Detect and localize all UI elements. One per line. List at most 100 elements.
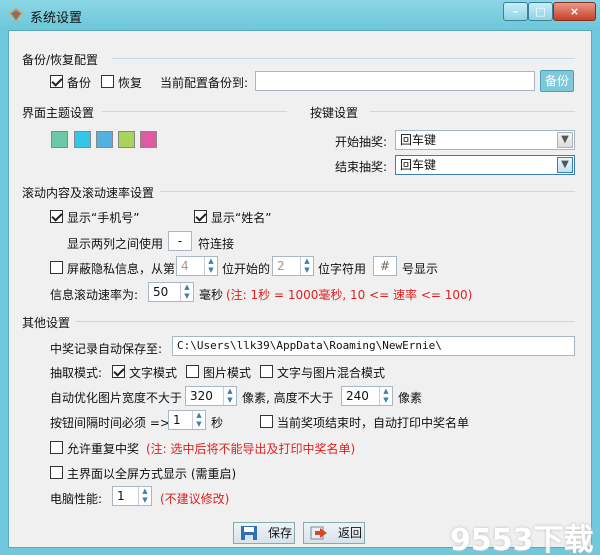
image-width-value: 320	[190, 389, 213, 403]
mask-from-spinner[interactable]: 4 ▲ ▼	[176, 256, 218, 276]
backup-button[interactable]: 备份	[540, 70, 574, 92]
maximize-button[interactable]: □	[528, 2, 553, 21]
join-label: 显示两列之间使用	[67, 237, 164, 251]
theme-swatch-pink[interactable]	[140, 131, 157, 148]
show-phone-label: 显示“手机号”	[67, 211, 140, 225]
restore-checkbox-label: 恢复	[118, 76, 143, 90]
image-mode-checkbox[interactable]	[186, 365, 199, 378]
mixed-mode-label: 文字与图片混合模式	[277, 366, 386, 380]
show-phone-checkbox[interactable]	[50, 210, 63, 223]
speed-unit: 毫秒	[199, 288, 224, 302]
back-arrow-icon	[310, 526, 327, 540]
speed-value: 50	[153, 285, 169, 299]
text-mode-label: 文字模式	[129, 366, 178, 380]
mask-suffix-label: 号显示	[402, 262, 439, 276]
spinner-arrows-icon[interactable]: ▲ ▼	[192, 411, 205, 429]
theme-swatch-green[interactable]	[51, 131, 68, 148]
mask-privacy-checkbox[interactable]	[50, 261, 63, 274]
backup-checkbox-label: 备份	[67, 76, 92, 90]
mask-count-spinner[interactable]: 2 ▲ ▼	[272, 256, 314, 276]
show-name-checkbox[interactable]	[194, 210, 207, 223]
join-suffix-label: 符连接	[198, 237, 235, 251]
theme-swatch-lime[interactable]	[118, 131, 135, 148]
theme-section-title: 界面主题设置	[22, 106, 95, 120]
fullscreen-checkbox[interactable]	[50, 466, 63, 479]
spinner-arrows-icon[interactable]: ▲ ▼	[223, 387, 236, 405]
performance-note: (不建议修改)	[160, 492, 230, 506]
start-key-label: 开始抽奖:	[335, 135, 388, 149]
divider	[76, 321, 575, 322]
mixed-mode-checkbox[interactable]	[260, 365, 273, 378]
image-mode-label: 图片模式	[203, 366, 252, 380]
interval-value: 1	[173, 413, 181, 427]
image-height-value: 240	[346, 389, 369, 403]
minimize-icon: –	[512, 5, 519, 18]
allow-repeat-label: 允许重复中奖	[67, 442, 140, 456]
watermark-logo: 9553下载	[450, 523, 594, 555]
theme-swatch-cyan[interactable]	[74, 131, 91, 148]
interval-spinner[interactable]: 1 ▲ ▼	[168, 410, 206, 430]
image-size-label: 自动优化图片宽度不大于	[50, 391, 183, 405]
minimize-button[interactable]: –	[503, 2, 528, 21]
image-height-unit: 像素	[398, 391, 423, 405]
allow-repeat-checkbox[interactable]	[50, 441, 63, 454]
speed-label: 信息滚动速率为:	[50, 288, 139, 302]
maximize-icon: □	[535, 5, 546, 18]
spinner-arrows-icon[interactable]: ▲ ▼	[204, 257, 217, 275]
mask-count-value: 2	[277, 259, 285, 273]
mask-char-input[interactable]: #	[373, 256, 397, 276]
mask-privacy-label: 屏蔽隐私信息，从第	[67, 262, 176, 276]
close-icon: ×	[569, 5, 580, 18]
divider	[102, 111, 287, 112]
interval-label: 按钮间隔时间必须 =>	[50, 416, 170, 430]
image-width-spinner[interactable]: 320 ▲ ▼	[185, 386, 237, 406]
speed-note: (注: 1秒 = 1000毫秒, 10 <= 速率 <= 100)	[226, 288, 473, 302]
autoprint-checkbox[interactable]	[260, 415, 273, 428]
divider	[370, 111, 575, 112]
back-button-label: 返回	[338, 526, 363, 540]
start-key-select[interactable]: 回车键 ▼	[395, 130, 575, 150]
close-button[interactable]: ×	[553, 2, 596, 21]
interval-unit: 秒	[211, 416, 224, 430]
autosave-path-input[interactable]: C:\Users\llk39\AppData\Roaming\NewErnie\	[172, 336, 575, 356]
save-button[interactable]: 保存	[233, 522, 295, 544]
end-key-label: 结束抽奖:	[335, 160, 388, 174]
spinner-arrows-icon[interactable]: ▲ ▼	[300, 257, 313, 275]
autoprint-label: 当前奖项结束时，自动打印中奖名单	[277, 416, 470, 430]
chevron-down-icon: ▼	[557, 157, 573, 173]
image-height-spinner[interactable]: 240 ▲ ▼	[341, 386, 393, 406]
title-bar[interactable]: 系统设置 – □ ×	[0, 0, 600, 30]
spinner-arrows-icon[interactable]: ▲ ▼	[379, 387, 392, 405]
restore-checkbox[interactable]	[101, 75, 114, 88]
performance-value: 1	[117, 489, 125, 503]
performance-spinner[interactable]: 1 ▲ ▼	[112, 486, 152, 506]
theme-swatch-blue[interactable]	[96, 131, 113, 148]
backup-path-input[interactable]	[255, 71, 535, 91]
end-key-value: 回车键	[400, 158, 437, 172]
autosave-label: 中奖记录自动保存至:	[50, 342, 163, 356]
end-key-select[interactable]: 回车键 ▼	[395, 155, 575, 175]
app-logo-icon	[9, 8, 23, 22]
show-name-label: 显示“姓名”	[211, 211, 272, 225]
spinner-arrows-icon[interactable]: ▲ ▼	[138, 487, 151, 505]
start-key-value: 回车键	[400, 133, 437, 147]
mask-from-value: 4	[181, 259, 189, 273]
other-section-title: 其他设置	[22, 316, 71, 330]
text-mode-checkbox[interactable]	[112, 365, 125, 378]
performance-label: 电脑性能:	[50, 492, 103, 506]
draw-mode-label: 抽取模式:	[50, 366, 103, 380]
mask-mid2-label: 位字符用	[318, 262, 367, 276]
join-char-input[interactable]: -	[168, 231, 192, 251]
mask-mid-label: 位开始的	[222, 262, 271, 276]
backup-path-label: 当前配置备份到:	[160, 76, 249, 90]
back-button[interactable]: 返回	[303, 522, 365, 544]
spinner-arrows-icon[interactable]: ▲ ▼	[180, 283, 193, 301]
keys-section-title: 按键设置	[310, 106, 359, 120]
image-height-label: 像素, 高度不大于	[242, 391, 334, 405]
fullscreen-label: 主界面以全屏方式显示 (需重启)	[67, 467, 237, 481]
backup-checkbox[interactable]	[50, 75, 63, 88]
allow-repeat-note: (注: 选中后将不能导出及打印中奖名单)	[146, 442, 356, 456]
speed-spinner[interactable]: 50 ▲ ▼	[148, 282, 194, 302]
divider	[112, 58, 575, 59]
floppy-disk-icon	[241, 526, 257, 540]
